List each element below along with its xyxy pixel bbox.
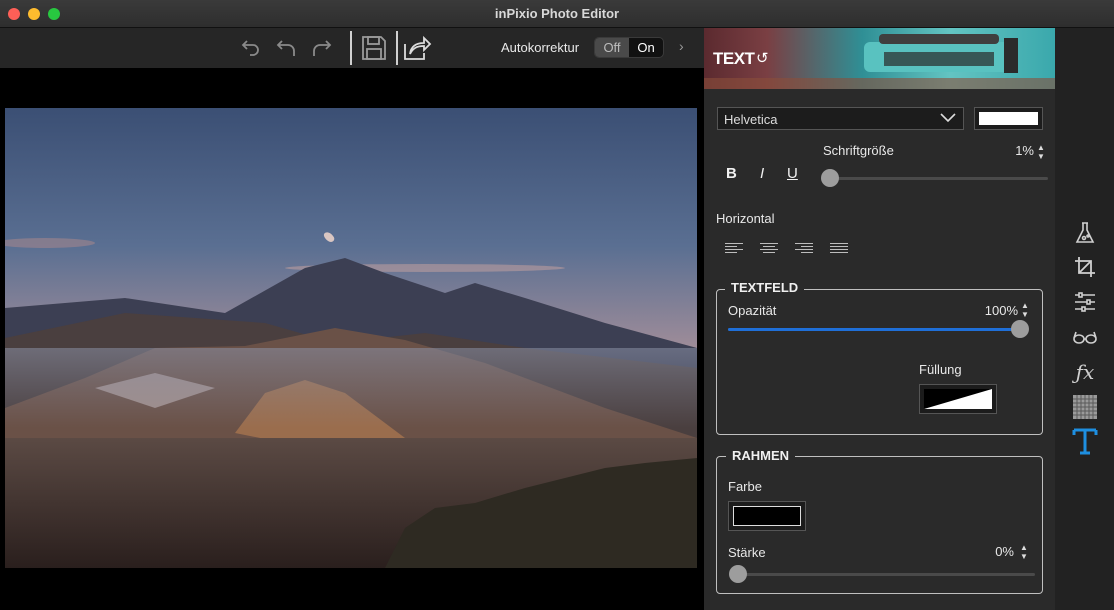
strength-value: 0% bbox=[995, 544, 1014, 559]
autokorrektur-label: Autokorrektur bbox=[501, 40, 580, 55]
textfeld-title: TEXTFELD bbox=[725, 280, 805, 295]
italic-button[interactable]: I bbox=[760, 165, 764, 182]
font-size-label: Schriftgröße bbox=[823, 143, 894, 158]
undo-icon bbox=[241, 40, 259, 56]
photo-volcano bbox=[5, 108, 697, 568]
font-size-slider[interactable] bbox=[830, 177, 1048, 180]
texture-icon[interactable] bbox=[1072, 394, 1098, 420]
fill-label: Füllung bbox=[919, 362, 962, 377]
font-select-value: Helvetica bbox=[724, 112, 778, 127]
title-bar: inPixio Photo Editor bbox=[0, 0, 1114, 28]
undo-button[interactable] bbox=[236, 33, 266, 63]
underline-button[interactable]: U bbox=[787, 165, 798, 182]
undo-all-button[interactable] bbox=[271, 33, 301, 63]
rahmen-title: RAHMEN bbox=[726, 448, 796, 463]
share-button[interactable] bbox=[402, 33, 432, 63]
panel-title: TEXT bbox=[713, 49, 755, 68]
opacity-value: 100% bbox=[984, 303, 1018, 318]
align-right-icon[interactable] bbox=[795, 243, 813, 257]
autokorrektur-toggle[interactable]: Off On bbox=[594, 37, 664, 58]
crop-icon[interactable] bbox=[1072, 254, 1098, 280]
text-tool-icon[interactable] bbox=[1072, 428, 1098, 455]
panel-banner: TEXT ↺ bbox=[704, 28, 1055, 89]
share-icon bbox=[404, 35, 432, 60]
align-left-icon[interactable] bbox=[725, 243, 743, 257]
font-select[interactable]: Helvetica bbox=[717, 107, 964, 130]
border-color-swatch[interactable] bbox=[728, 501, 806, 531]
opacity-slider-handle[interactable] bbox=[1011, 320, 1029, 338]
redo-icon bbox=[313, 40, 332, 56]
toggle-on-option[interactable]: On bbox=[629, 38, 663, 57]
strength-stepper[interactable]: ▲ ▼ bbox=[1019, 543, 1029, 561]
opacity-stepper[interactable]: ▲ ▼ bbox=[1020, 301, 1030, 319]
toggle-off-option[interactable]: Off bbox=[595, 38, 629, 57]
text-color-swatch[interactable] bbox=[974, 107, 1043, 130]
strength-label: Stärke bbox=[728, 545, 766, 560]
font-size-value: 1% bbox=[1015, 143, 1034, 158]
reset-icon[interactable]: ↺ bbox=[756, 49, 769, 67]
border-color-label: Farbe bbox=[728, 479, 762, 494]
undo-all-icon bbox=[276, 40, 295, 56]
window-title: inPixio Photo Editor bbox=[494, 6, 620, 21]
chevron-right-icon[interactable]: › bbox=[679, 38, 684, 54]
potion-icon[interactable] bbox=[1072, 220, 1098, 246]
save-icon bbox=[362, 36, 386, 60]
fx-icon[interactable]: ƒx bbox=[1072, 359, 1098, 385]
bold-button[interactable]: B bbox=[726, 165, 737, 182]
font-size-stepper[interactable]: ▲ ▼ bbox=[1036, 143, 1046, 161]
glasses-icon[interactable] bbox=[1072, 324, 1098, 350]
toolbar-divider bbox=[396, 31, 398, 65]
save-button[interactable] bbox=[359, 33, 389, 63]
strength-slider-handle[interactable] bbox=[729, 565, 747, 583]
text-settings-panel: TEXT ↺ Helvetica Schriftgröße 1% ▲ ▼ B I … bbox=[704, 28, 1055, 610]
align-justify-icon[interactable] bbox=[830, 243, 848, 257]
tool-sidebar: ƒx bbox=[1055, 28, 1114, 610]
top-toolbar: Autokorrektur Off On › bbox=[0, 28, 704, 68]
font-size-slider-handle[interactable] bbox=[821, 169, 839, 187]
image-canvas[interactable] bbox=[0, 68, 704, 610]
toolbar-divider bbox=[350, 31, 352, 65]
fill-gradient-swatch[interactable] bbox=[919, 384, 997, 414]
strength-slider[interactable] bbox=[738, 573, 1035, 576]
redo-button[interactable] bbox=[307, 33, 337, 63]
horizontal-label: Horizontal bbox=[716, 211, 775, 226]
chevron-down-icon bbox=[940, 113, 956, 123]
adjust-icon[interactable] bbox=[1072, 289, 1098, 315]
align-center-icon[interactable] bbox=[760, 243, 778, 257]
opacity-label: Opazität bbox=[728, 303, 777, 318]
opacity-slider-fill bbox=[728, 328, 1022, 331]
